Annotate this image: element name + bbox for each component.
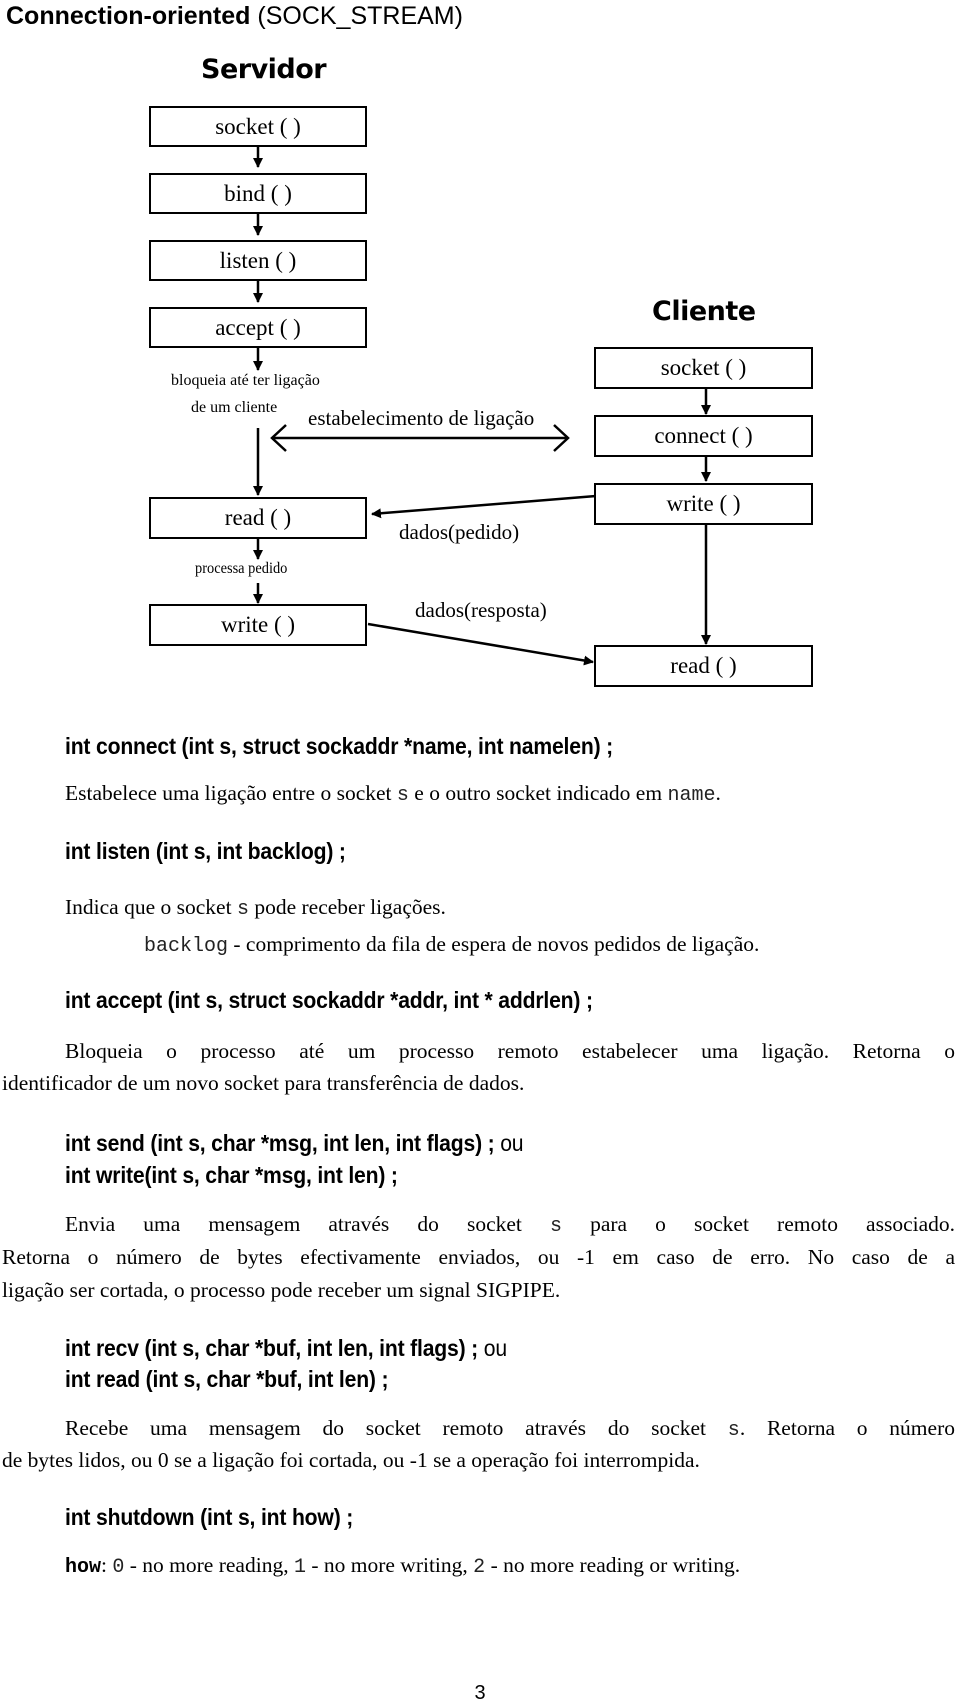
send-signature-text: int send (int s, char *msg, int len, int… — [65, 1130, 495, 1156]
accept-description-line1: Bloqueia o processo até um processo remo… — [65, 1039, 955, 1063]
code-s: s — [549, 1215, 562, 1238]
code-1: 1 — [293, 1556, 306, 1579]
text: - no more reading or writing. — [485, 1553, 741, 1577]
text: para o socket remoto associado. — [562, 1212, 955, 1236]
text: e o outro socket indicado em — [408, 781, 668, 805]
code-s: s — [236, 898, 249, 921]
code-how: how — [65, 1556, 102, 1579]
server-listen-box: listen ( ) — [149, 240, 367, 281]
write-signature: int write(int s, char *msg, int len) ; — [65, 1162, 398, 1188]
client-read-box: read ( ) — [594, 645, 813, 687]
listen-description: Indica que o socket s pode receber ligaç… — [65, 891, 446, 926]
shutdown-how-description: how: 0 - no more reading, 1 - no more wr… — [65, 1549, 740, 1584]
send-description-line3: ligação ser cortada, o processo pode rec… — [2, 1278, 561, 1302]
code-0: 0 — [112, 1556, 125, 1579]
code-backlog: backlog — [144, 935, 229, 958]
server-label: Servidor — [201, 54, 327, 85]
client-socket-box: socket ( ) — [594, 347, 813, 389]
code-name: name — [667, 784, 716, 807]
shutdown-signature: int shutdown (int s, int how) ; — [65, 1504, 354, 1530]
or-word: ou — [494, 1130, 524, 1156]
code-2: 2 — [473, 1556, 486, 1579]
server-read-box: read ( ) — [149, 497, 367, 539]
text: Estabelece uma ligação entre o socket — [65, 781, 397, 805]
process-note: processa pedido — [195, 560, 288, 577]
blocks-note-line1: bloqueia até ter ligação — [171, 372, 320, 389]
recv-signature: int recv (int s, char *buf, int len, int… — [65, 1335, 507, 1362]
code-s: s — [396, 784, 409, 807]
server-write-box: write ( ) — [149, 604, 367, 646]
read-signature: int read (int s, char *buf, int len) ; — [65, 1366, 389, 1392]
listen-signature: int listen (int s, int backlog) ; — [65, 838, 346, 864]
server-accept-box: accept ( ) — [149, 307, 367, 348]
text: - no more writing, — [305, 1553, 474, 1577]
recv-signature-text: int recv (int s, char *buf, int len, int… — [65, 1335, 479, 1361]
server-bind-box: bind ( ) — [149, 173, 367, 214]
text: . Retorna o número — [739, 1416, 955, 1440]
text: . — [715, 781, 721, 805]
listen-backlog-description: backlog - comprimento da fila de espera … — [144, 928, 759, 963]
page-number: 3 — [474, 1682, 486, 1704]
or-word: ou — [478, 1335, 507, 1361]
text: Envia uma mensagem através do socket — [65, 1212, 550, 1236]
send-description-line2: Retorna o número de bytes efectivamente … — [2, 1245, 955, 1269]
arrow-response — [367, 622, 594, 666]
client-label: Cliente — [652, 296, 756, 327]
request-label: dados(pedido) — [399, 520, 520, 544]
text: - comprimento da fila de espera de novos… — [228, 932, 760, 956]
recv-description-line1: Recebe uma mensagem do socket remoto atr… — [65, 1412, 955, 1447]
text: pode receber ligações. — [248, 895, 446, 919]
text: Indica que o socket — [65, 895, 237, 919]
connection-label: estabelecimento de ligação — [308, 406, 535, 430]
recv-description-line2: de bytes lidos, ou 0 se a ligação foi co… — [2, 1448, 700, 1472]
text: Recebe uma mensagem do socket remoto atr… — [65, 1416, 728, 1440]
blocks-note-line2: de um cliente — [191, 399, 278, 416]
accept-description-line2: identificador de um novo socket para tra… — [2, 1071, 525, 1095]
response-label: dados(resposta) — [415, 598, 547, 622]
text: - no more reading, — [124, 1553, 294, 1577]
connect-signature: int connect (int s, struct sockaddr *nam… — [65, 733, 614, 759]
arrow-request — [371, 494, 597, 519]
code-s: s — [727, 1419, 740, 1442]
send-signature: int send (int s, char *msg, int len, int… — [65, 1130, 524, 1157]
server-socket-box: socket ( ) — [149, 106, 367, 147]
text: : — [101, 1553, 113, 1577]
client-connect-box: connect ( ) — [594, 415, 813, 457]
accept-signature: int accept (int s, struct sockaddr *addr… — [65, 987, 593, 1013]
connect-description: Estabelece uma ligação entre o socket s … — [65, 777, 721, 812]
client-write-box: write ( ) — [594, 483, 813, 525]
send-description-line1: Envia uma mensagem através do socket s p… — [65, 1208, 955, 1243]
